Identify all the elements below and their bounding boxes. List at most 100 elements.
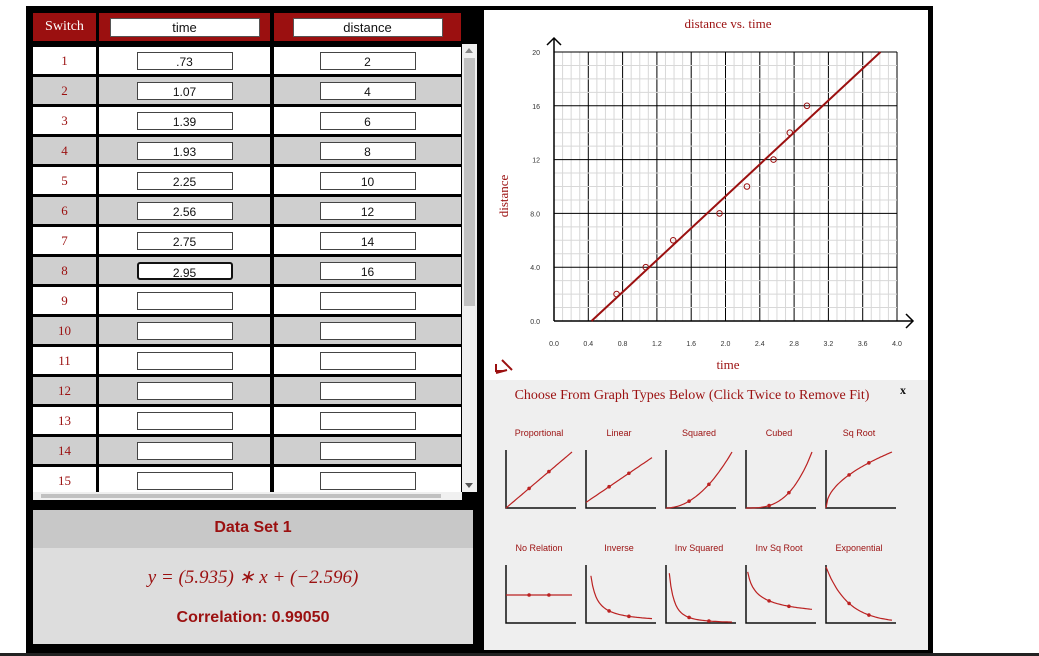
distance-cell <box>274 407 461 434</box>
time-header-field[interactable]: time <box>109 17 260 37</box>
time-cell <box>99 317 270 344</box>
distance-input[interactable] <box>319 291 416 310</box>
graph-type-label: Proportional <box>514 428 564 438</box>
time-input[interactable]: 2.75 <box>136 231 233 250</box>
time-input[interactable] <box>136 351 233 370</box>
time-cell: 2.25 <box>99 167 270 194</box>
distance-header-field[interactable]: distance <box>292 17 443 37</box>
distance-input[interactable]: 6 <box>319 111 416 130</box>
row-number: 3 <box>33 107 96 134</box>
distance-input[interactable]: 10 <box>319 171 416 190</box>
time-input[interactable]: 1.39 <box>136 111 233 130</box>
distance-cell: 12 <box>274 197 461 224</box>
x-tick-label: 0.8 <box>618 341 628 348</box>
graph-type-exponential[interactable]: Exponential <box>820 543 898 627</box>
vertical-scrollbar[interactable] <box>462 44 477 492</box>
time-cell <box>99 377 270 404</box>
graph-type-no-relation[interactable]: No Relation <box>500 543 578 627</box>
table-row: 15 <box>33 467 461 494</box>
scroll-thumb[interactable] <box>464 58 475 306</box>
time-input[interactable]: 2.56 <box>136 201 233 220</box>
time-input[interactable]: .73 <box>136 51 233 70</box>
graph-type-linear[interactable]: Linear <box>580 428 658 512</box>
time-cell: 1.93 <box>99 137 270 164</box>
graph-type-proportional[interactable]: Proportional <box>500 428 578 512</box>
distance-input[interactable]: 16 <box>319 261 416 280</box>
close-icon[interactable]: x <box>900 383 906 398</box>
time-input[interactable]: 1.07 <box>136 81 233 100</box>
time-input[interactable] <box>136 321 233 340</box>
row-number: 8 <box>33 257 96 284</box>
distance-input[interactable] <box>319 471 416 490</box>
table-row: 5 2.25 10 <box>33 167 461 194</box>
x-tick-label: 1.6 <box>686 341 696 348</box>
row-number: 4 <box>33 137 96 164</box>
row-number: 2 <box>33 77 96 104</box>
table-row: 11 <box>33 347 461 374</box>
table-row: 9 <box>33 287 461 314</box>
distance-input[interactable]: 14 <box>319 231 416 250</box>
x-tick-label: 2.0 <box>721 341 731 348</box>
distance-input[interactable]: 12 <box>319 201 416 220</box>
time-cell <box>99 467 270 494</box>
x-tick-label: 4.0 <box>892 341 902 348</box>
graph-type-label: Inverse <box>604 543 634 553</box>
graph-type-cubed[interactable]: Cubed <box>740 428 818 512</box>
table-row: 6 2.56 12 <box>33 197 461 224</box>
y-axis-label: distance <box>496 174 511 217</box>
table-row: 2 1.07 4 <box>33 77 461 104</box>
graph-type-label: Exponential <box>835 543 883 553</box>
time-input[interactable] <box>136 471 233 490</box>
scatter-chart[interactable]: 0.0 0.4 0.8 1.2 1.6 2.0 2.4 2.8 3.2 3.6 4.0 0.0 4.0 8… <box>484 10 928 380</box>
distance-input[interactable] <box>319 441 416 460</box>
graph-type-label: Cubed <box>765 428 793 438</box>
time-input[interactable]: 2.25 <box>136 171 233 190</box>
graph-type-label: Linear <box>606 428 632 438</box>
collapse-arrow-icon[interactable] <box>495 359 513 374</box>
hscroll-thumb[interactable] <box>41 494 441 498</box>
data-table-panel: Switch time distance 1 .73 2 2 1.07 4 3 1.39 6 4 1… <box>33 13 477 500</box>
distance-input[interactable] <box>319 351 416 370</box>
row-number: 1 <box>33 47 96 74</box>
graph-type-label: Inv Squared <box>674 543 724 553</box>
time-input[interactable]: 2.95 <box>136 261 233 280</box>
graph-type-sq-root[interactable]: Sq Root <box>820 428 898 512</box>
x-tick-label: 3.6 <box>858 341 868 348</box>
graph-type-chooser: Choose From Graph Types Below (Click Twi… <box>484 380 928 650</box>
time-input[interactable]: 1.93 <box>136 141 233 160</box>
graph-type-inv-sq-root[interactable]: Inv Sq Root <box>740 543 818 627</box>
distance-input[interactable] <box>319 321 416 340</box>
row-number: 13 <box>33 407 96 434</box>
distance-cell: 10 <box>274 167 461 194</box>
graph-type-inv-squared-icon <box>665 565 736 624</box>
graph-type-sq-root-icon <box>825 450 896 509</box>
dataset-title: Data Set 1 <box>33 510 473 548</box>
time-input[interactable] <box>136 411 233 430</box>
graph-type-squared[interactable]: Squared <box>660 428 738 512</box>
distance-input[interactable]: 2 <box>319 51 416 70</box>
row-number: 14 <box>33 437 96 464</box>
time-cell <box>99 437 270 464</box>
distance-input[interactable]: 4 <box>319 81 416 100</box>
time-input[interactable] <box>136 441 233 460</box>
horizontal-scrollbar[interactable] <box>33 492 462 500</box>
scroll-up-icon[interactable] <box>465 48 473 53</box>
x-tick-label: 3.2 <box>824 341 834 348</box>
time-input[interactable] <box>136 381 233 400</box>
graph-type-squared-icon <box>665 450 736 509</box>
x-tick-label: 0.0 <box>549 341 559 348</box>
time-input[interactable] <box>136 291 233 310</box>
switch-button[interactable]: Switch <box>33 13 96 41</box>
table-row: 12 <box>33 377 461 404</box>
graph-type-inv-sq-root-icon <box>745 565 816 624</box>
y-tick-label: 4.0 <box>530 265 540 272</box>
graph-type-inverse[interactable]: Inverse <box>580 543 658 627</box>
distance-cell: 4 <box>274 77 461 104</box>
x-tick-label: 1.2 <box>652 341 662 348</box>
distance-cell <box>274 377 461 404</box>
scroll-down-icon[interactable] <box>465 483 473 488</box>
graph-type-inv-squared[interactable]: Inv Squared <box>660 543 738 627</box>
distance-input[interactable] <box>319 411 416 430</box>
distance-input[interactable] <box>319 381 416 400</box>
distance-input[interactable]: 8 <box>319 141 416 160</box>
